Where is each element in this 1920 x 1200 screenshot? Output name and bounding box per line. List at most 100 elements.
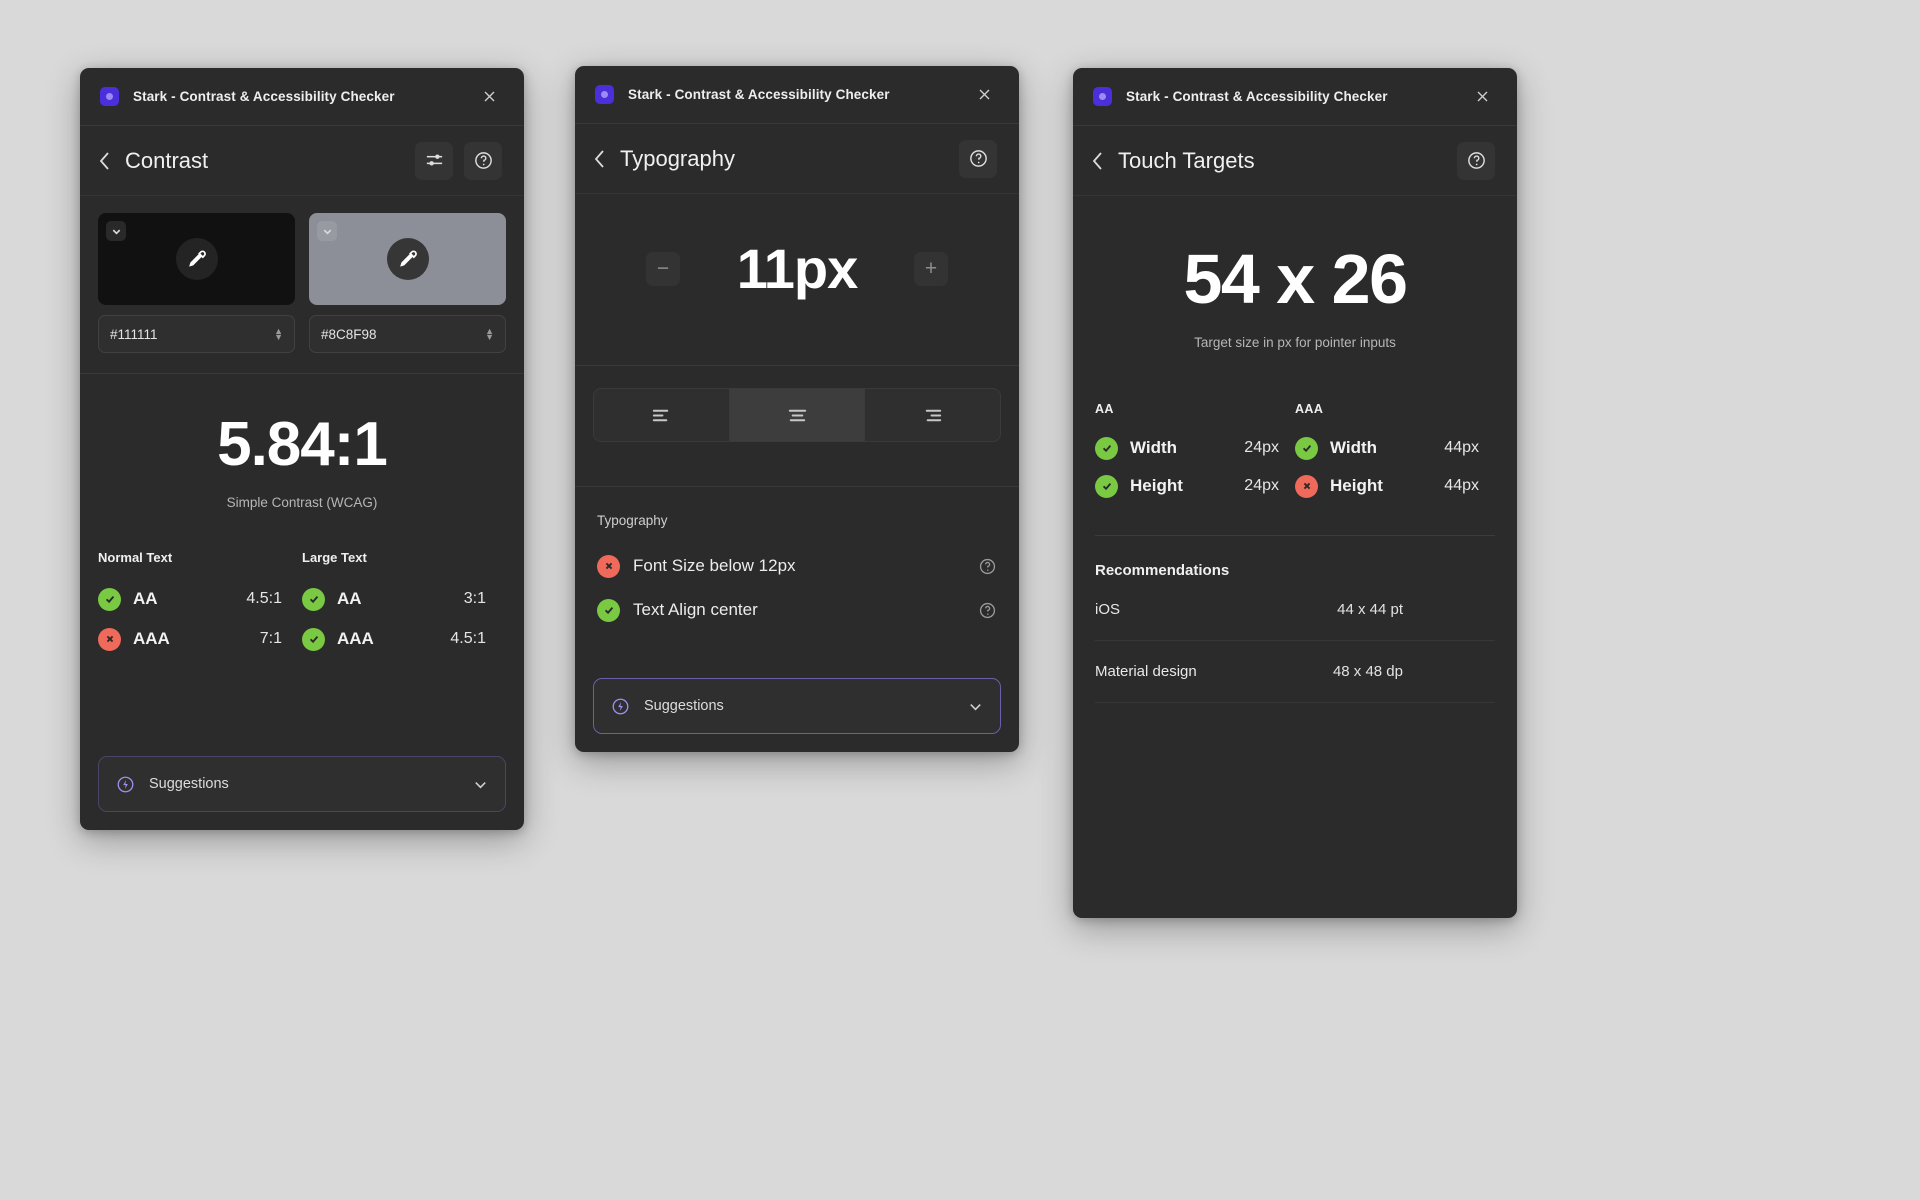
back-chevron-icon[interactable] bbox=[98, 150, 112, 172]
platform-name: Material design bbox=[1095, 663, 1197, 680]
column-header: Normal Text bbox=[98, 550, 173, 565]
typography-navbar: Typography bbox=[575, 124, 1019, 194]
dimension-value: 24px bbox=[1244, 477, 1279, 494]
touch-navbar: Touch Targets bbox=[1073, 126, 1517, 196]
dimension-label: Width bbox=[1130, 438, 1178, 457]
background-hex-input[interactable]: #8C8F98 ▲ ▼ bbox=[309, 315, 506, 353]
dimension-label: Height bbox=[1330, 476, 1383, 495]
issue-label: Font Size below 12px bbox=[633, 556, 796, 575]
result-row-aa: AA 3:1 bbox=[302, 579, 500, 619]
foreground-hex-input[interactable]: #111111 ▲ ▼ bbox=[98, 315, 295, 353]
result-row-height: Height 24px bbox=[1095, 467, 1295, 505]
app-title: Stark - Contrast & Accessibility Checker bbox=[1126, 89, 1388, 104]
target-size-value: 54 x 26 bbox=[1183, 240, 1408, 318]
stepper-icon[interactable]: ▲ ▼ bbox=[485, 327, 494, 342]
result-row-width: Width 24px bbox=[1095, 429, 1295, 467]
threshold-value: 3:1 bbox=[463, 590, 486, 607]
recommendation-row-material: Material design 48 x 48 dp bbox=[1095, 641, 1495, 703]
chevron-down-icon[interactable] bbox=[106, 221, 126, 241]
close-icon[interactable] bbox=[1469, 84, 1495, 110]
level-label: AA bbox=[133, 589, 158, 608]
chevron-down-icon[interactable] bbox=[472, 776, 489, 793]
close-icon[interactable] bbox=[476, 84, 502, 110]
platform-name: iOS bbox=[1095, 601, 1121, 618]
background-hex-value: #8C8F98 bbox=[321, 326, 377, 342]
recommendations-title: Recommendations bbox=[1095, 562, 1230, 579]
help-circle-icon[interactable] bbox=[959, 139, 997, 178]
suggestions-bar[interactable]: Suggestions bbox=[593, 678, 1001, 734]
contrast-panel: Stark - Contrast & Accessibility Checker… bbox=[80, 68, 524, 830]
help-circle-icon[interactable] bbox=[1457, 141, 1495, 180]
result-row-height: Height 44px bbox=[1295, 467, 1495, 505]
titlebar: Stark - Contrast & Accessibility Checker bbox=[1073, 68, 1517, 126]
back-chevron-icon[interactable] bbox=[593, 148, 607, 170]
aa-column: AA Width 24px Height 24px bbox=[1095, 402, 1295, 505]
sliders-icon[interactable] bbox=[415, 141, 453, 180]
back-chevron-icon[interactable] bbox=[1091, 150, 1105, 172]
touch-nav-actions bbox=[1457, 141, 1495, 180]
contrast-ratio-value: 5.84:1 bbox=[217, 410, 388, 479]
large-text-column: Large Text AA 3:1 AAA 4.5:1 bbox=[302, 550, 506, 659]
suggestions-bar[interactable]: Suggestions bbox=[98, 756, 506, 812]
background-color-group: #8C8F98 ▲ ▼ bbox=[309, 213, 506, 353]
threshold-value: 4.5:1 bbox=[450, 630, 486, 647]
result-row-aaa: AAA 4.5:1 bbox=[302, 619, 500, 659]
recommendation-row-ios: iOS 44 x 44 pt bbox=[1095, 579, 1495, 641]
normal-text-column: Normal Text AA 4.5:1 AAA 7:1 bbox=[98, 550, 302, 659]
column-header: AAA bbox=[1295, 402, 1324, 416]
stepper-icon[interactable]: ▲ ▼ bbox=[274, 327, 283, 342]
page-title: Typography bbox=[620, 145, 735, 171]
issue-label: Text Align center bbox=[633, 600, 758, 619]
background-swatch[interactable] bbox=[309, 213, 506, 305]
help-circle-icon[interactable] bbox=[464, 141, 502, 180]
foreground-hex-value: #111111 bbox=[110, 326, 158, 342]
help-circle-icon[interactable] bbox=[978, 557, 997, 576]
dimension-label: Height bbox=[1130, 476, 1183, 495]
align-right-button[interactable] bbox=[865, 389, 1000, 441]
typography-nav-actions bbox=[959, 139, 997, 178]
target-size-caption: Target size in px for pointer inputs bbox=[1194, 335, 1396, 350]
decrease-font-size-button[interactable]: − bbox=[646, 251, 680, 286]
issue-row-font-size: Font Size below 12px bbox=[597, 544, 997, 588]
fail-cross-icon bbox=[1295, 474, 1318, 498]
platform-size: 48 x 48 dp bbox=[1332, 663, 1403, 680]
contrast-navbar: Contrast bbox=[80, 126, 524, 196]
typography-panel: Stark - Contrast & Accessibility Checker… bbox=[575, 66, 1019, 752]
chevron-down-icon[interactable] bbox=[317, 221, 337, 241]
dimension-label: Width bbox=[1330, 438, 1378, 457]
close-icon[interactable] bbox=[971, 82, 997, 108]
foreground-color-group: #111111 ▲ ▼ bbox=[98, 213, 295, 353]
page-title: Touch Targets bbox=[1118, 147, 1255, 173]
pass-check-icon bbox=[302, 587, 325, 611]
pass-check-icon bbox=[597, 598, 620, 622]
touch-results: AA Width 24px Height 24px AAA Width 44px… bbox=[1073, 350, 1517, 505]
align-left-button[interactable] bbox=[594, 389, 730, 441]
titlebar: Stark - Contrast & Accessibility Checker bbox=[80, 68, 524, 126]
color-swatches: #111111 ▲ ▼ #8C8F98 ▲ ▼ bbox=[80, 196, 524, 353]
level-label: AA bbox=[337, 589, 362, 608]
column-header: AA bbox=[1095, 402, 1114, 416]
foreground-swatch[interactable] bbox=[98, 213, 295, 305]
suggestions-label: Suggestions bbox=[644, 698, 724, 714]
pass-check-icon bbox=[1095, 474, 1118, 498]
result-row-aa: AA 4.5:1 bbox=[98, 579, 296, 619]
stark-logo-icon bbox=[100, 87, 119, 106]
issue-row-text-align: Text Align center bbox=[597, 588, 997, 632]
increase-font-size-button[interactable]: + bbox=[914, 251, 948, 286]
align-center-button[interactable] bbox=[729, 389, 866, 441]
titlebar: Stark - Contrast & Accessibility Checker bbox=[575, 66, 1019, 124]
stark-logo-icon bbox=[1093, 87, 1112, 106]
chevron-down-icon[interactable] bbox=[967, 698, 984, 715]
aaa-column: AAA Width 44px Height 44px bbox=[1295, 402, 1495, 505]
pass-check-icon bbox=[302, 627, 325, 651]
sparkle-icon bbox=[610, 696, 631, 717]
target-size-display: 54 x 26 Target size in px for pointer in… bbox=[1073, 196, 1517, 350]
level-label: AAA bbox=[337, 629, 374, 648]
eyedropper-icon[interactable] bbox=[175, 238, 218, 280]
eyedropper-icon[interactable] bbox=[386, 238, 429, 280]
stark-logo-icon bbox=[595, 85, 614, 104]
level-label: AAA bbox=[133, 629, 170, 648]
fail-cross-icon bbox=[597, 554, 620, 578]
help-circle-icon[interactable] bbox=[978, 601, 997, 620]
column-header: Large Text bbox=[302, 550, 367, 565]
